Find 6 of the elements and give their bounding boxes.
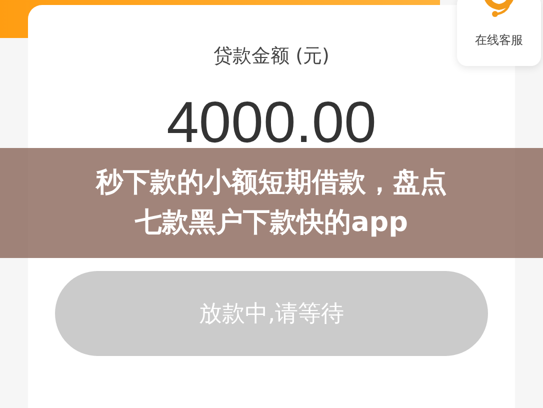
- banner-title-line: 秒下款的小额短期借款，盘点: [96, 166, 447, 200]
- loan-amount-label: 贷款金额 (元): [214, 44, 330, 69]
- customer-service-widget[interactable]: 在线客服: [457, 0, 541, 66]
- loan-amount: 4000.00: [166, 89, 376, 156]
- customer-service-label: 在线客服: [475, 32, 523, 49]
- banner-title-line: 七款黑户下款快的app: [135, 206, 408, 240]
